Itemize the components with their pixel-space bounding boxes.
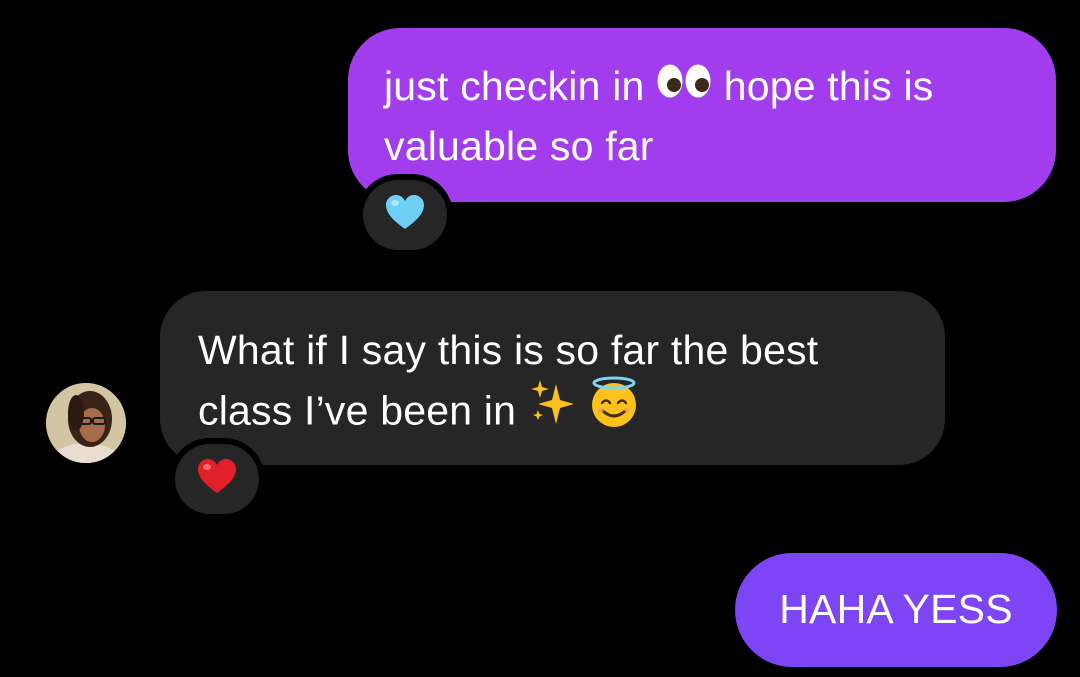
message-line: HAHA YESS [779, 586, 1013, 632]
eyes-emoji [656, 57, 712, 114]
received-message-bubble[interactable]: What if I say this is so far the best cl… [160, 291, 945, 465]
red-heart-emoji [197, 458, 237, 500]
sent-message-bubble[interactable]: HAHA YESS [735, 553, 1057, 667]
message-line: valuable so far [384, 122, 654, 169]
light-blue-heart-emoji [385, 194, 425, 236]
sent-message-bubble[interactable]: just checkin in hope this is valuable so… [348, 28, 1056, 202]
message-reaction[interactable] [175, 444, 259, 514]
sparkles-emoji [528, 378, 576, 441]
contact-avatar[interactable] [46, 383, 126, 463]
message-line: What if I say this is so far the best [198, 327, 819, 373]
message-line: class I’ve been in [198, 376, 915, 448]
message-reaction[interactable] [363, 180, 447, 250]
smiling-face-with-halo-emoji [587, 375, 641, 444]
message-line: just checkin in hope this is [384, 58, 1026, 118]
